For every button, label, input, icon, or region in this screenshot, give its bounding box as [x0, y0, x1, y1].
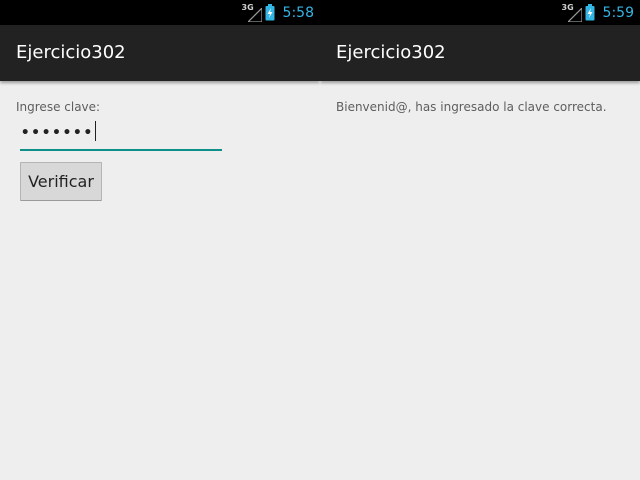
status-icons: 3G 5:58	[242, 0, 314, 25]
welcome-message: Bienvenid@, has ingresado la clave corre…	[336, 100, 607, 114]
password-prompt-label: Ingrese clave:	[16, 100, 101, 114]
app-title: Ejercicio302	[16, 42, 126, 63]
password-field[interactable]: •••••••	[20, 119, 222, 151]
password-dots: •••••••	[21, 125, 95, 141]
text-cursor	[95, 121, 97, 141]
status-bar: 3G 5:59	[320, 0, 640, 25]
clock: 5:58	[282, 4, 314, 21]
action-bar: Ejercicio302	[320, 25, 640, 81]
status-icons: 3G 5:59	[562, 0, 634, 25]
signal-3g-icon: 3G	[562, 3, 582, 22]
signal-3g-icon: 3G	[242, 3, 262, 22]
clock: 5:59	[602, 4, 634, 21]
action-bar: Ejercicio302	[0, 25, 320, 81]
status-bar: 3G 5:58	[0, 0, 320, 25]
battery-charging-icon	[585, 4, 595, 21]
verify-button[interactable]: Verificar	[20, 162, 102, 201]
login-screen: 3G 5:58 Ejercicio302 Ingrese clave: ••••…	[0, 0, 320, 480]
welcome-screen: 3G 5:59 Ejercicio302 Bienvenid@, has ing…	[320, 0, 640, 480]
battery-charging-icon	[265, 4, 275, 21]
password-value: •••••••	[21, 121, 97, 143]
app-title: Ejercicio302	[336, 42, 446, 63]
